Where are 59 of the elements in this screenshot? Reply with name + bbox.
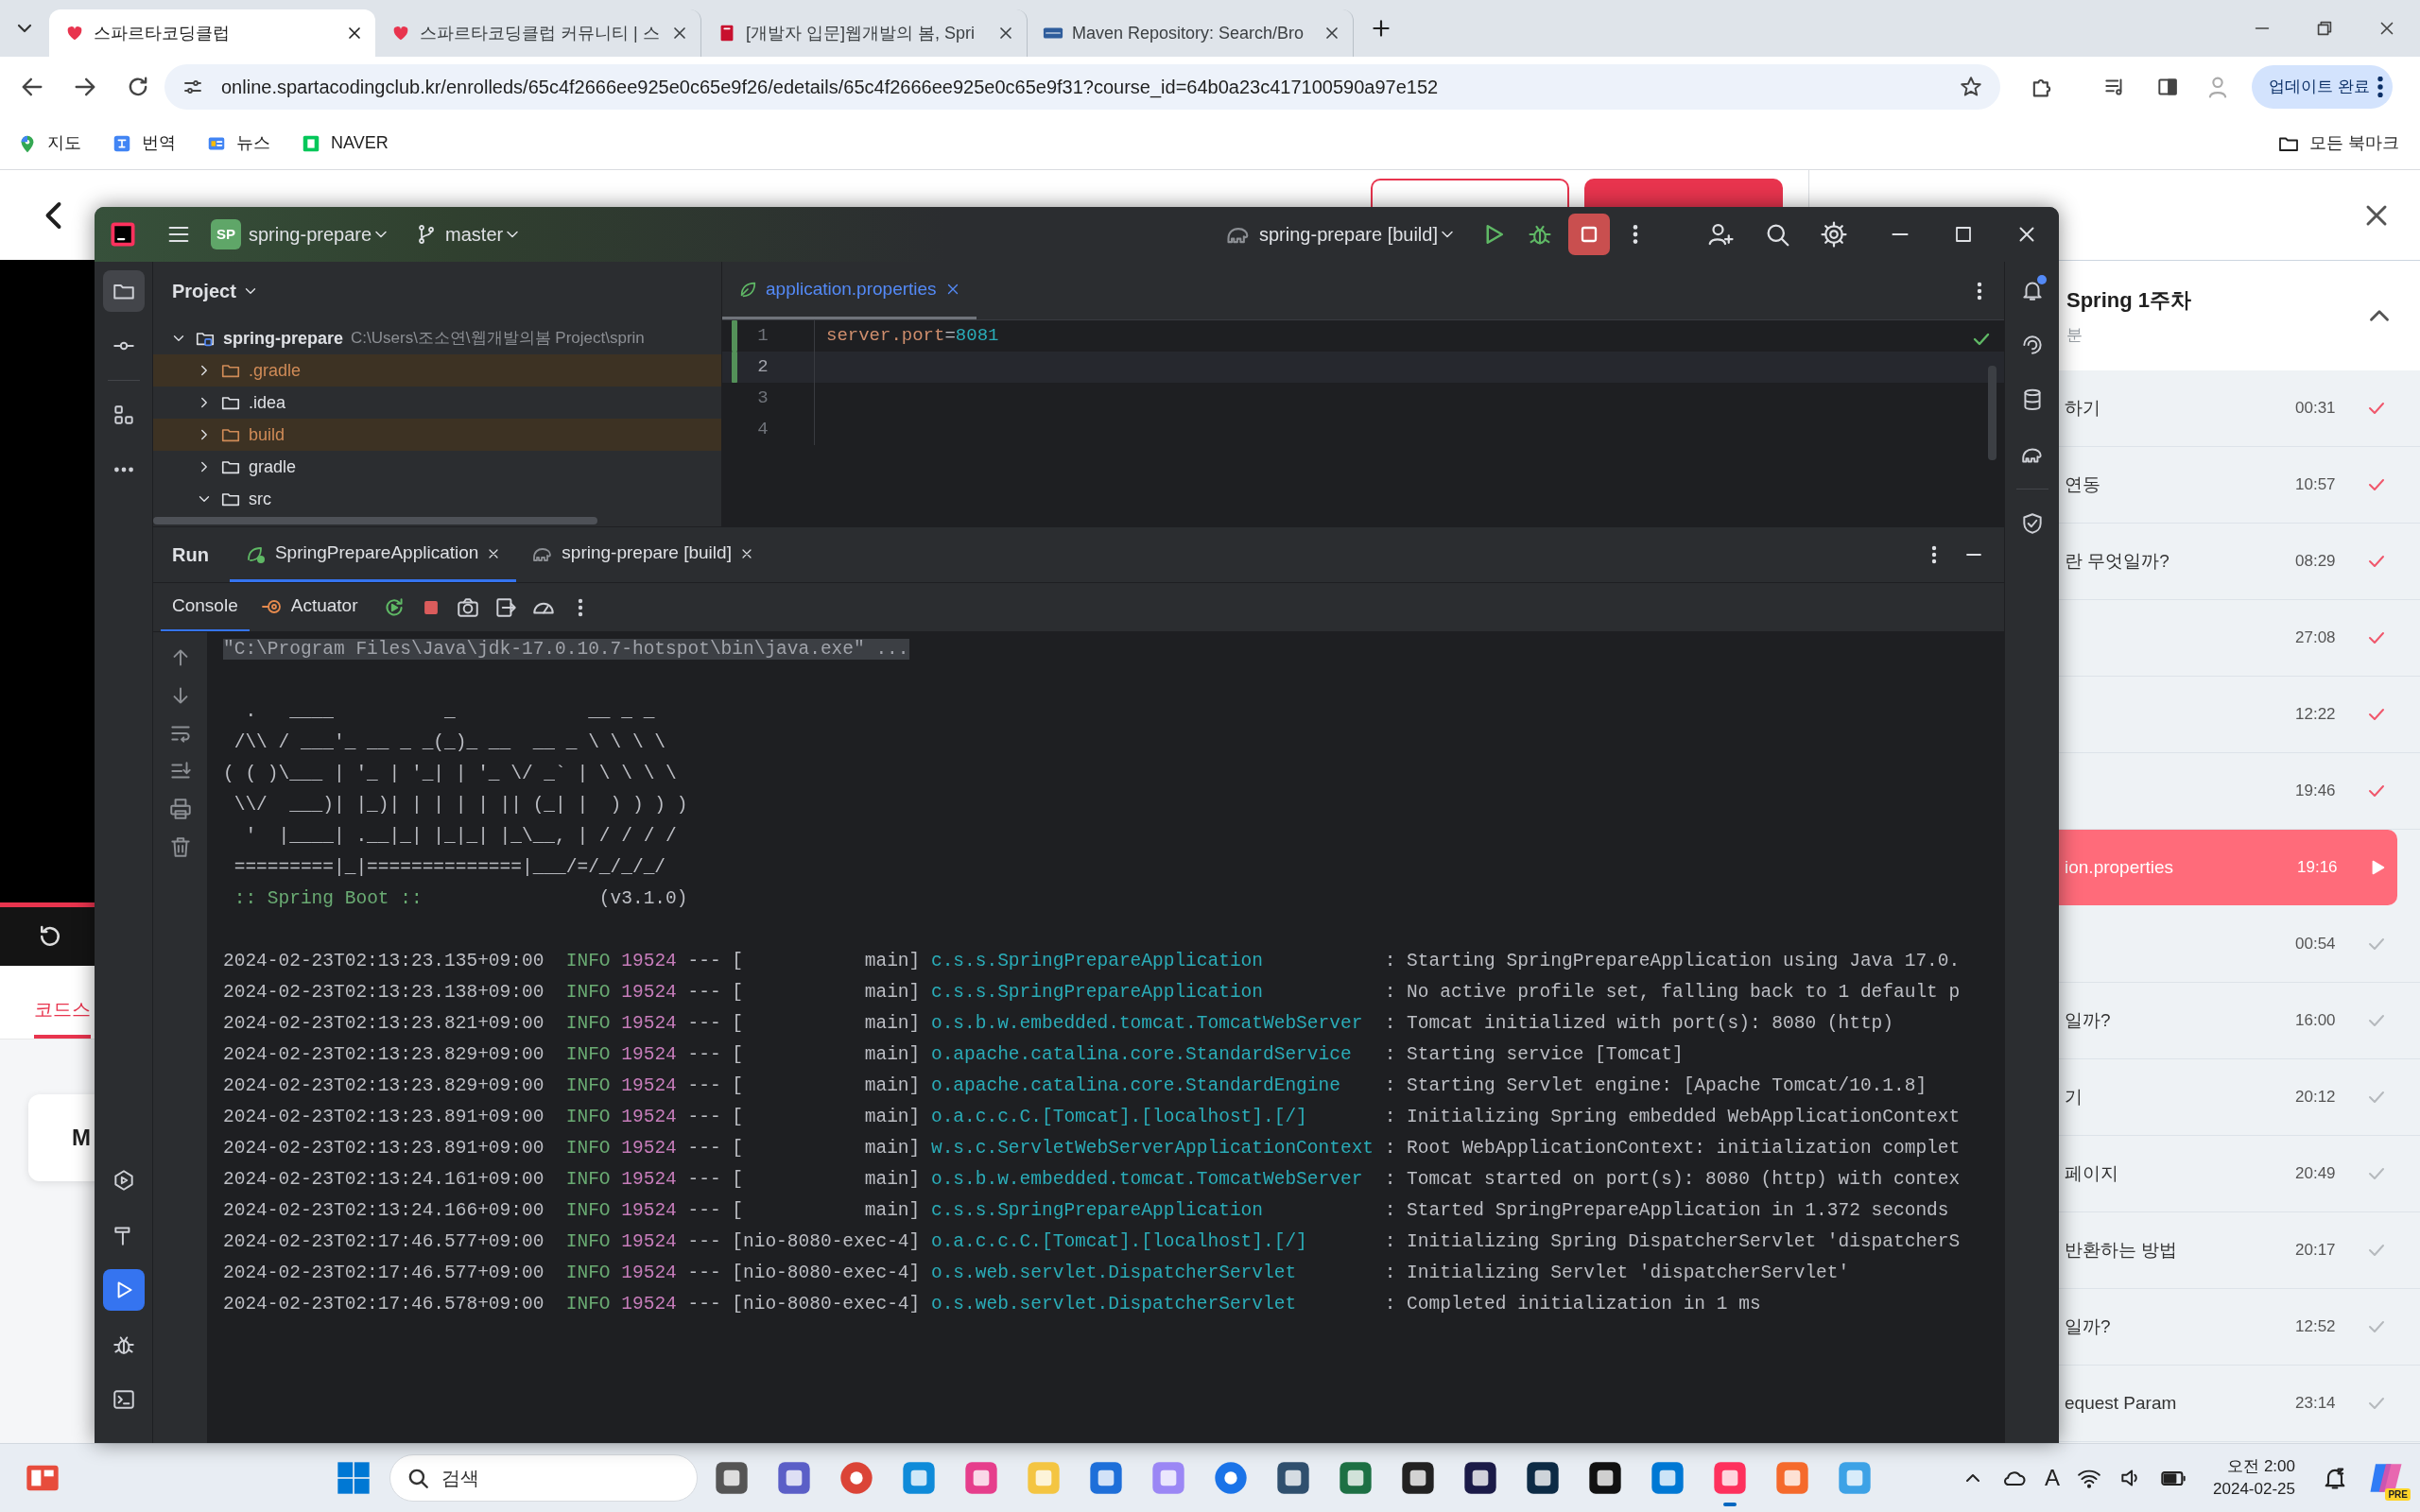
bookmark[interactable]: 뉴스 <box>206 130 270 156</box>
bookmark-folder[interactable]: 모든 북마크 <box>2277 130 2399 156</box>
line-number: 2 <box>756 355 769 380</box>
log-line: 2024-02-23T02:17:46.577+09:00 INFO 19524 --- [nio-8080-exec-4] o.a.c.c.C.[Tomcat].[localhost].[/] : Initializing Spring DispatcherServlet 'dispatcherS <box>223 1230 1962 1254</box>
log-line: 2024-02-23T02:17:46.578+09:00 INFO 19524 --- [nio-8080-exec-4] o.s.web.servlet.DispatcherServlet : Completed initialization in 1 ms <box>223 1293 1762 1316</box>
section-subtitle: 분 <box>2066 324 2083 346</box>
tree-row[interactable]: .gradle <box>153 354 721 387</box>
log-line: 2024-02-23T02:13:23.829+09:00 INFO 19524 --- [ main] o.apache.catalina.core.StandardEngine : Starting Servlet engine: [Apache Tomcat/10.1.8] <box>223 1074 1928 1098</box>
bookmark[interactable]: NAVER <box>301 130 389 156</box>
banner-line: . ____ _ __ _ _ <box>244 700 656 724</box>
run-configuration[interactable]: spring-prepare [build] <box>1259 220 1438 249</box>
browser-tab[interactable]: 스파르타코딩클럽 커뮤니티 | 스 <box>375 9 701 57</box>
log-line: 2024-02-23T02:13:23.138+09:00 INFO 19524 --- [ main] c.s.s.SpringPrepareApplication : No active profile set, falling back to 1 default p <box>223 981 1962 1005</box>
browser-tab[interactable]: Maven Repository: Search/Bro <box>1028 9 1354 57</box>
log-line: 2024-02-23T02:13:23.891+09:00 INFO 19524 --- [ main] w.s.c.ServletWebServerApplicationContext : Root WebApplicationContext: initialization complet <box>223 1137 1962 1160</box>
branch-name[interactable]: master <box>445 220 504 249</box>
page-tab[interactable]: 코드스 <box>34 995 91 1039</box>
line-number: 4 <box>756 418 769 442</box>
tree-row[interactable]: gradle <box>153 451 721 483</box>
section-title[interactable]: Spring 1주차 <box>2066 284 2363 316</box>
project-badge: SP <box>211 219 241 249</box>
project-name[interactable]: spring-prepare <box>249 220 372 249</box>
tree-row[interactable]: src <box>153 483 721 515</box>
clock[interactable]: 오전 2:00 2024-02-25 <box>2213 1455 2295 1501</box>
tree-row[interactable]: .idea <box>153 387 721 419</box>
tree-row[interactable]: build <box>153 419 721 451</box>
log-line: 2024-02-23T02:13:24.161+09:00 INFO 19524 --- [ main] o.s.b.w.embedded.tomcat.TomcatWebServer : Tomcat started on port(s): 8080 (http) with contex <box>223 1168 1962 1192</box>
panel-title: Run <box>172 543 209 567</box>
tree-row[interactable]: spring-prepare C:\Users\조소연\웹개발의봄 Project\sprin <box>153 322 721 354</box>
editor-tab[interactable]: application.properties <box>722 262 977 319</box>
banner-line: ' |____| .__|_| |_|_| |_\__, | / / / / <box>244 825 678 849</box>
line-number: 1 <box>756 324 769 349</box>
banner-line: =========|_|==============|___/=/_/_/_/ <box>233 856 667 880</box>
search-field[interactable]: 검색 <box>389 1454 698 1502</box>
log-line: 2024-02-23T02:13:23.821+09:00 INFO 19524 --- [ main] o.s.b.w.embedded.tomcat.TomcatWebServer : Tomcat initialized with port(s): 8080 (http) <box>223 1012 1894 1036</box>
address-bar[interactable]: online.spartacodingclub.kr/enrolleds/65c4f2666ee925e0c65e9f26/edetails/65c4f2666ee925e0c65e9f31?course_id=64b0a23c417100590a97e152 <box>164 64 2000 110</box>
update-button[interactable]: 업데이트 완료 <box>2252 65 2393 109</box>
banner-line: :: Spring Boot :: (v3.1.0) <box>233 887 689 911</box>
log-line: 2024-02-23T02:13:24.166+09:00 INFO 19524 --- [ main] c.s.s.SpringPrepareApplication : Started SpringPrepareApplication in 1.372 seconds <box>223 1199 1950 1223</box>
line-number: 3 <box>756 387 769 411</box>
log-line: 2024-02-23T02:13:23.829+09:00 INFO 19524 --- [ main] o.apache.catalina.core.StandardService : Starting service [Tomcat] <box>223 1043 1685 1067</box>
input-indicator[interactable]: A <box>2045 1461 2061 1495</box>
log-line: 2024-02-23T02:17:46.577+09:00 INFO 19524 --- [nio-8080-exec-4] o.s.web.servlet.DispatcherServlet : Initializing Servlet 'dispatcherServlet' <box>223 1262 1851 1285</box>
console-tab[interactable]: Actuator <box>249 583 370 631</box>
log-line: 2024-02-23T02:13:23.891+09:00 INFO 19524 --- [ main] o.a.c.c.C.[Tomcat].[localhost].[/] : Initializing Spring embedded WebApplicationContext <box>223 1106 1962 1129</box>
panel-title[interactable]: Project <box>172 277 236 305</box>
browser-tab[interactable]: 스파르타코딩클럽 <box>49 9 375 57</box>
banner-line: \\/ ___)| |_)| | | | | || (_| | ) ) ) ) <box>233 794 689 817</box>
run-tab[interactable]: spring-prepare [build] <box>516 527 769 582</box>
bookmark[interactable]: 지도 <box>17 130 81 156</box>
card-title: M <box>72 1124 91 1152</box>
browser-tab[interactable]: [개발자 입문]웹개발의 봄, Spri <box>701 9 1028 57</box>
banner-line: ( ( )\___ | '_ | '_| | '_ \/ _` | \ \ \ \ <box>223 763 678 786</box>
bookmark[interactable]: 번역 <box>112 130 176 156</box>
folder-path: C:\Users\조소연\웹개발의봄 Project\sprin <box>351 328 645 350</box>
log-line: 2024-02-23T02:13:23.135+09:00 INFO 19524 --- [ main] c.s.s.SpringPrepareApplication : Starting SpringPrepareApplication using Java 17.0. <box>223 950 1962 973</box>
run-tab[interactable]: SpringPrepareApplication <box>229 527 517 582</box>
banner-line: /\\ / ___'_ __ _ _(_)_ __ __ _ \ \ \ \ <box>233 731 667 755</box>
folder-name: spring-prepare <box>223 327 344 350</box>
